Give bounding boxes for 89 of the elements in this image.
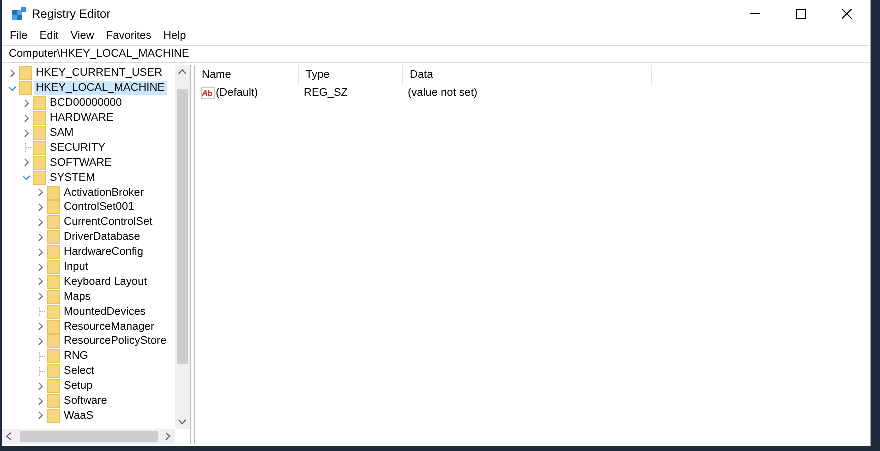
chevron-right-icon[interactable]: [36, 277, 45, 286]
maximize-icon: [796, 9, 806, 19]
folder-icon: [19, 81, 32, 96]
tree-item[interactable]: Maps: [62, 290, 93, 304]
window-title: Registry Editor: [32, 6, 111, 23]
tree-item[interactable]: Setup: [62, 379, 95, 394]
folder-icon: [47, 364, 60, 378]
chevron-right-icon[interactable]: [36, 396, 45, 406]
tree-item[interactable]: Software: [62, 394, 110, 408]
tree-item[interactable]: Select: [62, 364, 97, 378]
scrollbar-thumb[interactable]: [20, 431, 158, 442]
menu-item[interactable]: Help: [158, 28, 192, 44]
tree-item[interactable]: DriverDatabase: [62, 230, 142, 244]
tree-item[interactable]: RNG: [62, 349, 90, 364]
column-header[interactable]: Data: [403, 65, 652, 85]
folder-icon: [47, 245, 60, 260]
folder-icon: [47, 230, 60, 244]
chevron-right-icon[interactable]: [36, 292, 45, 302]
tree-item[interactable]: BCD00000000: [48, 96, 124, 110]
folder-icon: [47, 334, 60, 348]
tree-item[interactable]: ResourcePolicyStore: [62, 334, 169, 348]
folder-icon: [47, 379, 60, 394]
vertical-scrollbar[interactable]: [175, 65, 190, 429]
tree-item[interactable]: HARDWARE: [48, 111, 116, 126]
folder-icon: [33, 111, 46, 126]
folder-icon: [47, 304, 60, 319]
menu-item[interactable]: View: [64, 28, 100, 44]
folder-icon: [33, 126, 46, 140]
folder-icon: [33, 140, 46, 155]
folder-icon: [47, 349, 60, 364]
folder-icon: [47, 260, 60, 274]
chevron-right-icon[interactable]: [36, 202, 45, 212]
chevron-right-icon[interactable]: [36, 218, 45, 227]
folder-icon: [47, 394, 60, 408]
chevron-right-icon[interactable]: [36, 248, 45, 257]
table-cell-text: (Default): [216, 86, 258, 101]
column-header[interactable]: Type: [299, 65, 403, 85]
tree-item[interactable]: WaaS: [62, 408, 96, 423]
menu-item[interactable]: Edit: [34, 28, 65, 44]
tree-item[interactable]: ControlSet001: [62, 200, 136, 214]
tree-item[interactable]: SOFTWARE: [48, 156, 114, 170]
folder-icon: [33, 156, 46, 170]
tree-item[interactable]: CurrentControlSet: [62, 215, 155, 230]
folder-icon: [47, 200, 60, 214]
registry-icon: [12, 7, 26, 21]
chevron-right-icon[interactable]: [22, 114, 31, 123]
horizontal-scrollbar[interactable]: [2, 429, 175, 444]
address-bar[interactable]: Computer\HKEY_LOCAL_MACHINE: [2, 45, 870, 63]
chevron-right-icon[interactable]: [36, 262, 45, 272]
string-value-icon: [201, 87, 215, 99]
chevron-right-icon[interactable]: [22, 158, 31, 168]
tree-item[interactable]: HKEY_LOCAL_MACHINE: [34, 81, 167, 96]
close-icon: [842, 9, 852, 19]
tree-item[interactable]: Input: [62, 260, 90, 274]
chevron-right-icon[interactable]: [36, 232, 45, 242]
folder-icon: [47, 408, 60, 423]
chevron-right-icon[interactable]: [22, 98, 31, 108]
menu-item[interactable]: File: [4, 28, 34, 44]
chevron-right-icon[interactable]: [8, 68, 17, 78]
chevron-down-icon[interactable]: [22, 173, 31, 182]
menu-item[interactable]: Favorites: [100, 28, 158, 44]
folder-icon: [47, 274, 60, 289]
tree-item[interactable]: ActivationBroker: [62, 186, 146, 200]
column-header[interactable]: Name: [195, 65, 299, 85]
chevron-right-icon[interactable]: [36, 336, 45, 346]
folder-icon: [33, 96, 46, 110]
tree-item[interactable]: SAM: [48, 126, 76, 140]
chevron-right-icon[interactable]: [36, 411, 45, 420]
tree-item[interactable]: Keyboard Layout: [62, 274, 150, 289]
tree-item[interactable]: MountedDevices: [62, 304, 148, 319]
tree-item[interactable]: SYSTEM: [48, 170, 98, 185]
tree-item[interactable]: HKEY_CURRENT_USER: [34, 66, 165, 80]
folder-icon: [47, 186, 60, 200]
chevron-down-icon[interactable]: [8, 84, 17, 93]
chevron-right-icon[interactable]: [22, 128, 31, 138]
scrollbar-thumb[interactable]: [177, 89, 188, 364]
chevron-right-icon[interactable]: [36, 382, 45, 391]
folder-icon: [19, 66, 32, 80]
chevron-right-icon[interactable]: [36, 322, 45, 332]
tree-item[interactable]: ResourceManager: [62, 320, 156, 334]
tree-item[interactable]: SECURITY: [48, 140, 108, 155]
table-cell-text: (value not set): [407, 86, 479, 101]
table-cell-text: REG_SZ: [303, 86, 350, 101]
tree-item[interactable]: HardwareConfig: [62, 245, 146, 260]
folder-icon: [47, 215, 60, 230]
chevron-right-icon[interactable]: [36, 188, 45, 198]
folder-icon: [33, 170, 46, 185]
folder-icon: [47, 290, 60, 304]
folder-icon: [47, 320, 60, 334]
